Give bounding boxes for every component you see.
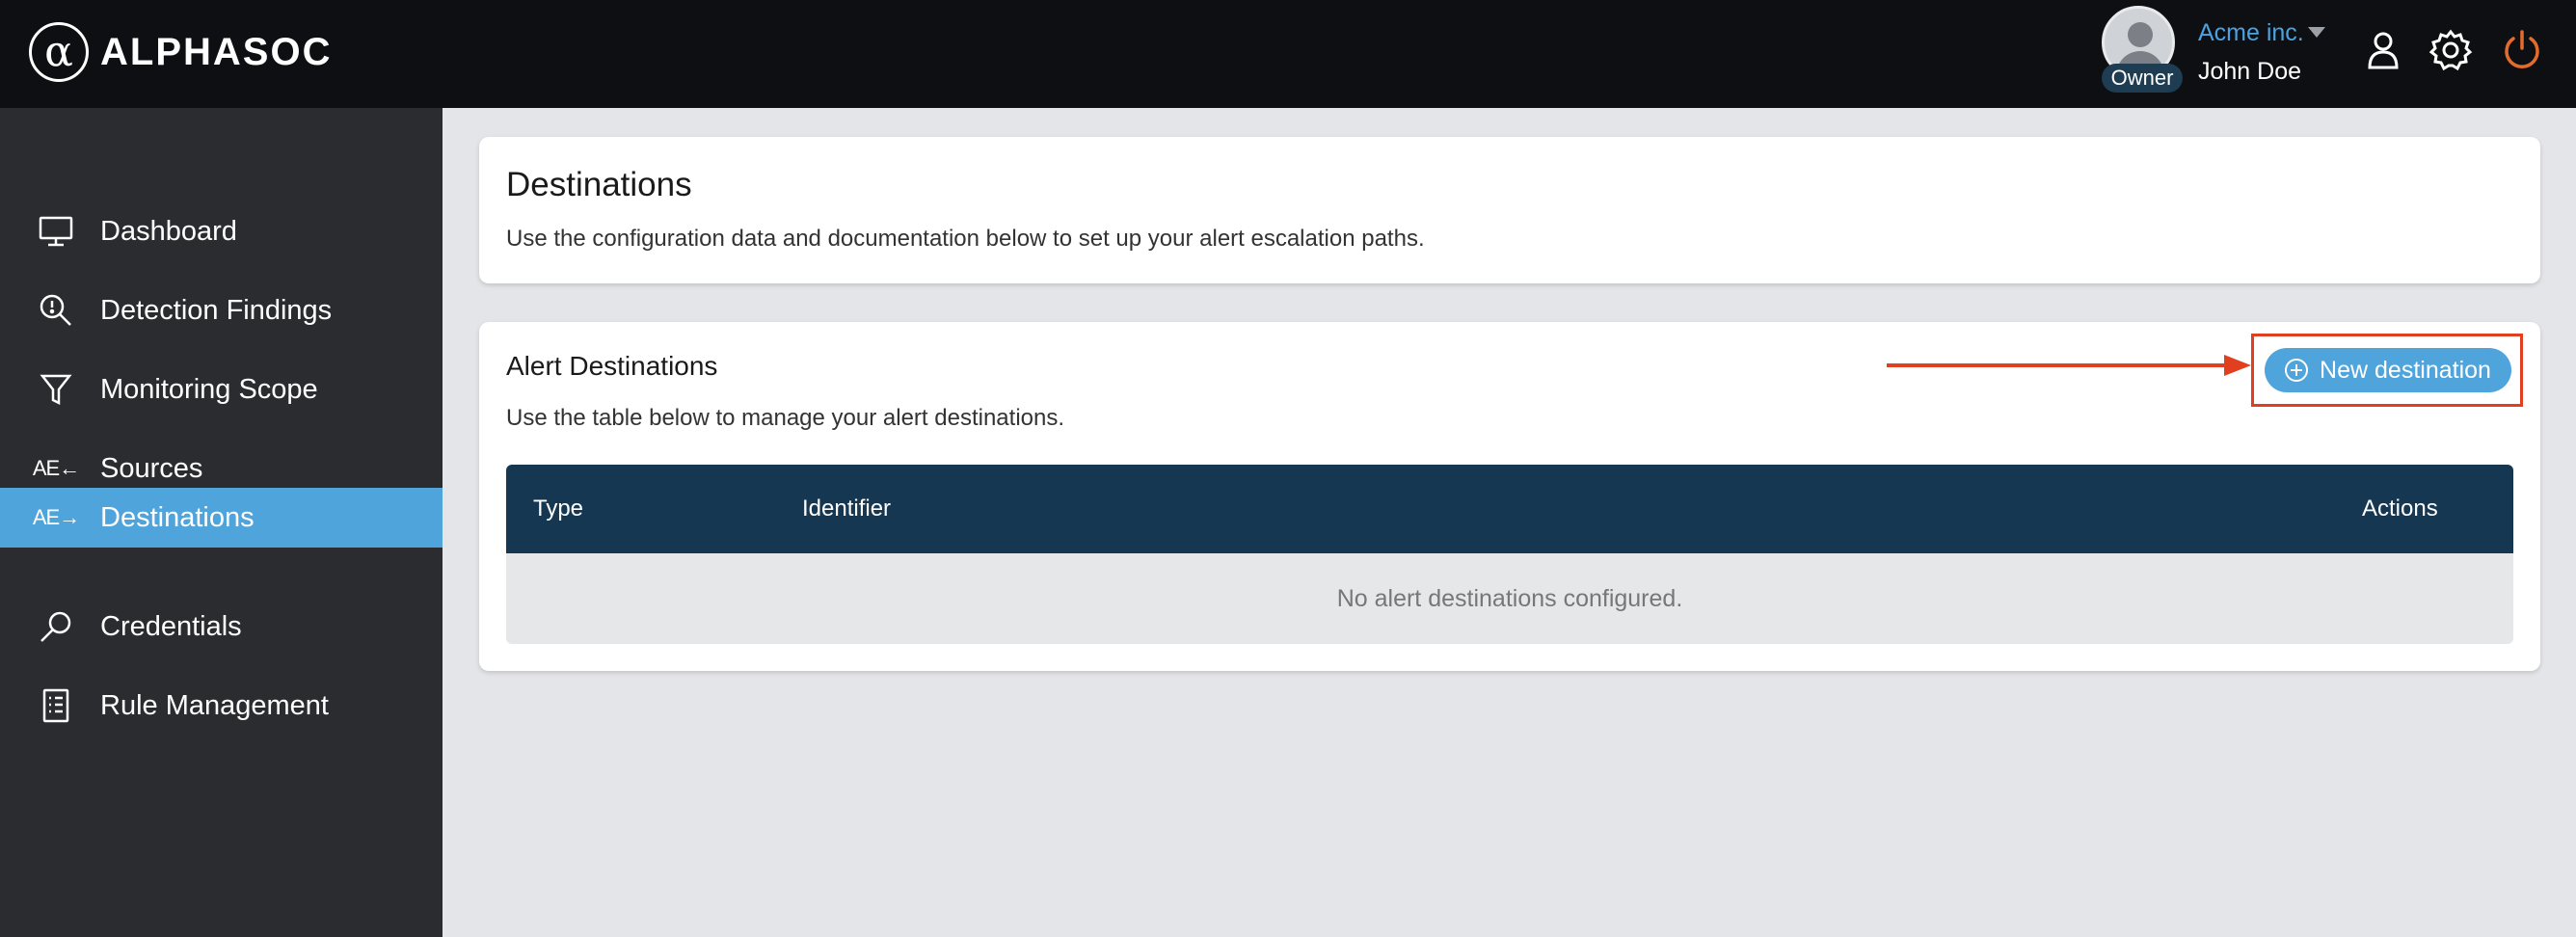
alphasoc-logo[interactable]: α ALPHASOC bbox=[29, 19, 332, 85]
section-subtitle: Use the table below to manage your alert… bbox=[506, 405, 1065, 431]
chevron-down-icon[interactable] bbox=[2308, 27, 2325, 38]
user-icon[interactable] bbox=[2360, 27, 2406, 73]
sidebar-item-label: Sources bbox=[100, 452, 203, 484]
top-bar: α ALPHASOC Owner Acme inc. John Doe bbox=[0, 0, 2576, 108]
account-switcher[interactable]: Owner Acme inc. John Doe bbox=[2102, 6, 2352, 102]
key-search-icon bbox=[37, 607, 75, 646]
sidebar-item-label: Credentials bbox=[100, 610, 242, 642]
gear-icon[interactable] bbox=[2428, 27, 2474, 73]
sidebar-item-credentials[interactable]: Credentials bbox=[0, 597, 443, 656]
sidebar-item-label: Monitoring Scope bbox=[100, 373, 318, 405]
column-header-actions: Actions bbox=[2362, 495, 2438, 522]
magnifier-alert-icon bbox=[37, 291, 75, 330]
sidebar-item-detection-findings[interactable]: Detection Findings bbox=[0, 281, 443, 340]
sidebar-item-label: Destinations bbox=[100, 501, 255, 533]
new-destination-button[interactable]: New destination bbox=[2265, 348, 2511, 392]
page-title: Destinations bbox=[506, 166, 692, 203]
alpha-logo-mark: α bbox=[29, 22, 89, 82]
table-body: No alert destinations configured. bbox=[506, 553, 2513, 644]
new-destination-label: New destination bbox=[2320, 356, 2491, 384]
destinations-header-card: Destinations Use the configuration data … bbox=[479, 137, 2540, 283]
sidebar-item-destinations[interactable]: AE→ Destinations bbox=[0, 488, 443, 548]
user-name: John Doe bbox=[2198, 58, 2302, 85]
monitor-icon bbox=[37, 212, 75, 251]
section-title: Alert Destinations bbox=[506, 351, 718, 381]
empty-state-message: No alert destinations configured. bbox=[1336, 585, 1683, 612]
role-badge: Owner bbox=[2102, 64, 2183, 93]
power-icon[interactable] bbox=[2499, 27, 2545, 73]
filter-icon bbox=[37, 370, 75, 409]
sidebar: Dashboard Detection Findings Monitoring … bbox=[0, 108, 443, 937]
sidebar-item-rule-management[interactable]: Rule Management bbox=[0, 676, 443, 736]
plus-circle-icon bbox=[2285, 359, 2309, 382]
sidebar-item-label: Dashboard bbox=[100, 215, 237, 247]
sidebar-item-label: Rule Management bbox=[100, 689, 329, 721]
sidebar-item-monitoring-scope[interactable]: Monitoring Scope bbox=[0, 360, 443, 419]
sidebar-item-dashboard[interactable]: Dashboard bbox=[0, 201, 443, 261]
org-name[interactable]: Acme inc. bbox=[2198, 19, 2304, 47]
brand-name: ALPHASOC bbox=[100, 30, 333, 73]
column-header-type: Type bbox=[533, 495, 584, 522]
destinations-table: Type Identifier Actions No alert destina… bbox=[506, 465, 2513, 644]
annotation-arrow bbox=[1887, 355, 2251, 376]
sources-icon: AE← bbox=[32, 456, 80, 480]
alert-destinations-card: Alert Destinations Use the table below t… bbox=[479, 322, 2540, 671]
destinations-icon: AE→ bbox=[32, 505, 80, 529]
table-header: Type Identifier Actions bbox=[506, 465, 2513, 553]
page-subtitle: Use the configuration data and documenta… bbox=[506, 226, 1425, 252]
column-header-identifier: Identifier bbox=[802, 495, 892, 522]
rules-list-icon bbox=[37, 686, 75, 725]
sidebar-item-label: Detection Findings bbox=[100, 294, 333, 326]
